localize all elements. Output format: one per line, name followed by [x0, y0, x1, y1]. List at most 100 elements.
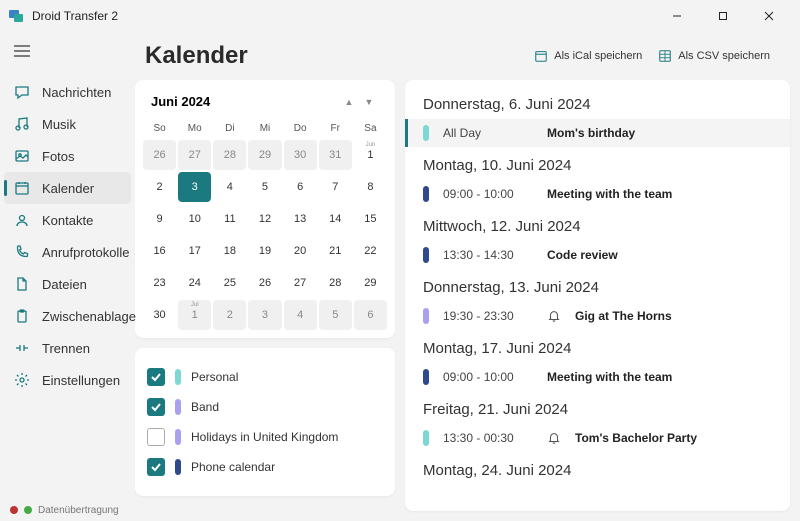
- color-pill: [175, 429, 181, 445]
- calendar-day[interactable]: 11: [213, 204, 246, 234]
- sidebar-item-phone[interactable]: Anrufprotokolle: [0, 236, 135, 268]
- calendar-day[interactable]: 14: [319, 204, 352, 234]
- save-csv-button[interactable]: Als CSV speichern: [650, 45, 778, 67]
- calendar-day[interactable]: 30: [284, 140, 317, 170]
- status-label: Datenübertragung: [38, 505, 119, 516]
- status-dot-green: [24, 506, 32, 514]
- calendar-day[interactable]: 15: [354, 204, 387, 234]
- event-row[interactable]: 19:30 - 23:30Gig at The Horns: [405, 302, 790, 330]
- close-button[interactable]: [746, 0, 792, 32]
- next-month-button[interactable]: ▼: [359, 97, 379, 107]
- calendar-day[interactable]: 13: [284, 204, 317, 234]
- calendar-day[interactable]: 12: [248, 204, 281, 234]
- calendar-day[interactable]: 6: [354, 300, 387, 330]
- calendar-day[interactable]: 22: [354, 236, 387, 266]
- minimize-button[interactable]: [654, 0, 700, 32]
- event-row[interactable]: 09:00 - 10:00Meeting with the team: [405, 180, 790, 208]
- phone-icon: [14, 244, 30, 260]
- legend-item[interactable]: Band: [147, 392, 383, 422]
- calendar-day[interactable]: Jul1: [178, 300, 211, 330]
- file-icon: [14, 276, 30, 292]
- calendar-day[interactable]: 4: [213, 172, 246, 202]
- calendar-day[interactable]: 6: [284, 172, 317, 202]
- event-date-header: Freitag, 21. Juni 2024: [405, 391, 790, 424]
- legend-item[interactable]: Holidays in United Kingdom: [147, 422, 383, 452]
- sidebar-item-contact[interactable]: Kontakte: [0, 204, 135, 236]
- event-time: 13:30 - 00:30: [443, 431, 533, 445]
- calendar-day[interactable]: 18: [213, 236, 246, 266]
- calendar-day[interactable]: 3: [248, 300, 281, 330]
- calendar-day[interactable]: 20: [284, 236, 317, 266]
- sidebar-item-chat[interactable]: Nachrichten: [0, 76, 135, 108]
- checkbox[interactable]: [147, 458, 165, 476]
- calendar-day[interactable]: 30: [143, 300, 176, 330]
- calendar-day[interactable]: 29: [248, 140, 281, 170]
- event-row[interactable]: 13:30 - 00:30Tom's Bachelor Party: [405, 424, 790, 452]
- calendar-day[interactable]: 31: [319, 140, 352, 170]
- event-color-pill: [423, 125, 429, 141]
- calendar-day[interactable]: 26: [248, 268, 281, 298]
- calendar-day[interactable]: 29: [354, 268, 387, 298]
- calendar-day[interactable]: 10: [178, 204, 211, 234]
- event-color-pill: [423, 430, 429, 446]
- sidebar-item-label: Musik: [42, 117, 76, 132]
- hamburger-button[interactable]: [0, 36, 135, 70]
- dow-header: Mo: [178, 119, 211, 138]
- calendar-day[interactable]: 2: [213, 300, 246, 330]
- calendar-day[interactable]: 26: [143, 140, 176, 170]
- calendar-day[interactable]: 27: [284, 268, 317, 298]
- calendar-day[interactable]: 2: [143, 172, 176, 202]
- sidebar-item-photo[interactable]: Fotos: [0, 140, 135, 172]
- dow-header: Do: [284, 119, 317, 138]
- sidebar-item-settings[interactable]: Einstellungen: [0, 364, 135, 396]
- calendar-day[interactable]: 5: [319, 300, 352, 330]
- sidebar-item-file[interactable]: Dateien: [0, 268, 135, 300]
- calendar-day[interactable]: 28: [213, 140, 246, 170]
- event-row[interactable]: All DayMom's birthday: [405, 119, 790, 147]
- sidebar-item-music[interactable]: Musik: [0, 108, 135, 140]
- calendar-day[interactable]: 3: [178, 172, 211, 202]
- sidebar-item-disconnect[interactable]: Trennen: [0, 332, 135, 364]
- calendar-day[interactable]: 5: [248, 172, 281, 202]
- dow-header: Sa: [354, 119, 387, 138]
- calendar-day[interactable]: 25: [213, 268, 246, 298]
- calendar-day[interactable]: 19: [248, 236, 281, 266]
- calendar-day[interactable]: 21: [319, 236, 352, 266]
- event-row[interactable]: 09:00 - 10:00Meeting with the team: [405, 363, 790, 391]
- legend-item[interactable]: Phone calendar: [147, 452, 383, 482]
- event-color-pill: [423, 186, 429, 202]
- calendar-day[interactable]: 8: [354, 172, 387, 202]
- sidebar-item-clipboard[interactable]: Zwischenablage: [0, 300, 135, 332]
- prev-month-button[interactable]: ▲: [339, 97, 359, 107]
- legend-item[interactable]: Personal: [147, 362, 383, 392]
- event-color-pill: [423, 247, 429, 263]
- event-date-header: Donnerstag, 6. Juni 2024: [405, 86, 790, 119]
- calendar-day[interactable]: 27: [178, 140, 211, 170]
- calendar-day[interactable]: Jun1: [354, 140, 387, 170]
- calendar-day[interactable]: 17: [178, 236, 211, 266]
- checkbox[interactable]: [147, 398, 165, 416]
- event-title: Meeting with the team: [547, 370, 672, 384]
- checkbox[interactable]: [147, 368, 165, 386]
- calendar-day[interactable]: 16: [143, 236, 176, 266]
- calendar-day[interactable]: 23: [143, 268, 176, 298]
- event-time: All Day: [443, 126, 533, 140]
- disconnect-icon: [14, 340, 30, 356]
- page-title: Kalender: [145, 42, 526, 70]
- save-ical-button[interactable]: Als iCal speichern: [526, 45, 650, 67]
- calendar-day[interactable]: 24: [178, 268, 211, 298]
- calendar-day[interactable]: 7: [319, 172, 352, 202]
- month-calendar: Juni 2024 ▲ ▼ SoMoDiMiDoFrSa262728293031…: [135, 80, 395, 338]
- sidebar-item-calendar[interactable]: Kalender: [4, 172, 131, 204]
- maximize-button[interactable]: [700, 0, 746, 32]
- sidebar-item-label: Trennen: [42, 341, 90, 356]
- sidebar-item-label: Anrufprotokolle: [42, 245, 129, 260]
- event-row[interactable]: 13:30 - 14:30Code review: [405, 241, 790, 269]
- calendar-day[interactable]: 9: [143, 204, 176, 234]
- calendar-day[interactable]: 28: [319, 268, 352, 298]
- bell-icon: [547, 431, 561, 445]
- window-controls: [654, 0, 792, 32]
- checkbox[interactable]: [147, 428, 165, 446]
- sidebar-item-label: Fotos: [42, 149, 75, 164]
- calendar-day[interactable]: 4: [284, 300, 317, 330]
